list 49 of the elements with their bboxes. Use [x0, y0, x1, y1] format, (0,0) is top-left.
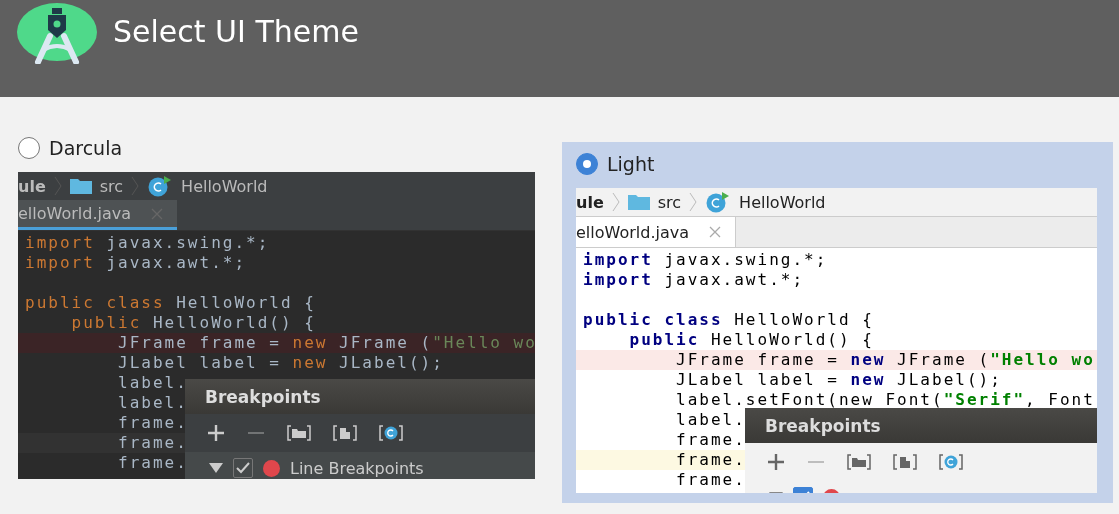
- dialog-title: Breakpoints: [205, 386, 321, 407]
- code-line: frame.: [117, 433, 188, 452]
- chevron-icon: [611, 192, 620, 212]
- breadcrumb-item[interactable]: ule: [18, 176, 46, 196]
- code-line: label.: [675, 410, 746, 429]
- folder-icon: [69, 178, 92, 194]
- code-line: JLabel label = new JLabel();: [675, 370, 1002, 389]
- chevron-icon: [689, 192, 698, 212]
- folder-icon: [627, 194, 650, 210]
- code-line: label.: [117, 393, 188, 412]
- add-icon[interactable]: [767, 453, 785, 471]
- editor-tab[interactable]: elloWorld.java: [18, 200, 177, 230]
- code-line: import javax.awt.*;: [583, 270, 805, 289]
- code-line: import javax.awt.*;: [25, 253, 247, 272]
- code-line: JFrame frame = new JFrame ("Hello wo: [117, 333, 535, 352]
- app-logo-icon: [16, 2, 98, 64]
- breadcrumb-item[interactable]: HelloWorld: [181, 176, 268, 196]
- radio-button[interactable]: [18, 137, 40, 159]
- code-line: frame.: [675, 450, 746, 469]
- radio-button[interactable]: [576, 153, 598, 175]
- code-line: import javax.swing.*;: [25, 233, 270, 252]
- code-line: frame.: [117, 413, 188, 432]
- code-line: frame.: [675, 430, 746, 449]
- dialog-title: Breakpoints: [765, 415, 881, 436]
- code-line: JFrame frame = new JFrame ("Hello wo: [675, 350, 1095, 369]
- code-line: frame.: [675, 470, 746, 489]
- breadcrumb-item[interactable]: HelloWorld: [739, 192, 826, 212]
- breadcrumb-item[interactable]: src: [99, 176, 124, 196]
- code-line: frame.: [117, 453, 188, 472]
- breakpoint-dot-icon: [263, 459, 280, 477]
- code-line: public class HelloWorld {: [25, 293, 316, 312]
- expand-arrow-icon[interactable]: [209, 463, 223, 473]
- editor-tab[interactable]: elloWorld.java: [576, 217, 736, 247]
- code-line: public HelloWorld() {: [628, 330, 874, 349]
- code-line: public HelloWorld() {: [70, 313, 316, 332]
- code-line: label.setFont(new Font("Serif", Font: [675, 390, 1095, 409]
- checkbox[interactable]: [233, 458, 253, 478]
- breadcrumb-item[interactable]: src: [657, 192, 682, 212]
- code-line: JLabel label = new JLabel();: [117, 353, 444, 372]
- check-icon: [236, 462, 250, 474]
- theme-label[interactable]: Light: [607, 153, 655, 175]
- file-group-icon[interactable]: [893, 453, 917, 471]
- folder-group-icon[interactable]: [847, 453, 871, 471]
- theme-label[interactable]: Darcula: [49, 137, 123, 159]
- code-line: public class HelloWorld {: [583, 310, 874, 329]
- page-title: Select UI Theme: [113, 14, 359, 49]
- code-line: import javax.swing.*;: [583, 250, 828, 269]
- breadcrumb-item[interactable]: ule: [576, 192, 604, 212]
- code-line: label.: [117, 373, 188, 392]
